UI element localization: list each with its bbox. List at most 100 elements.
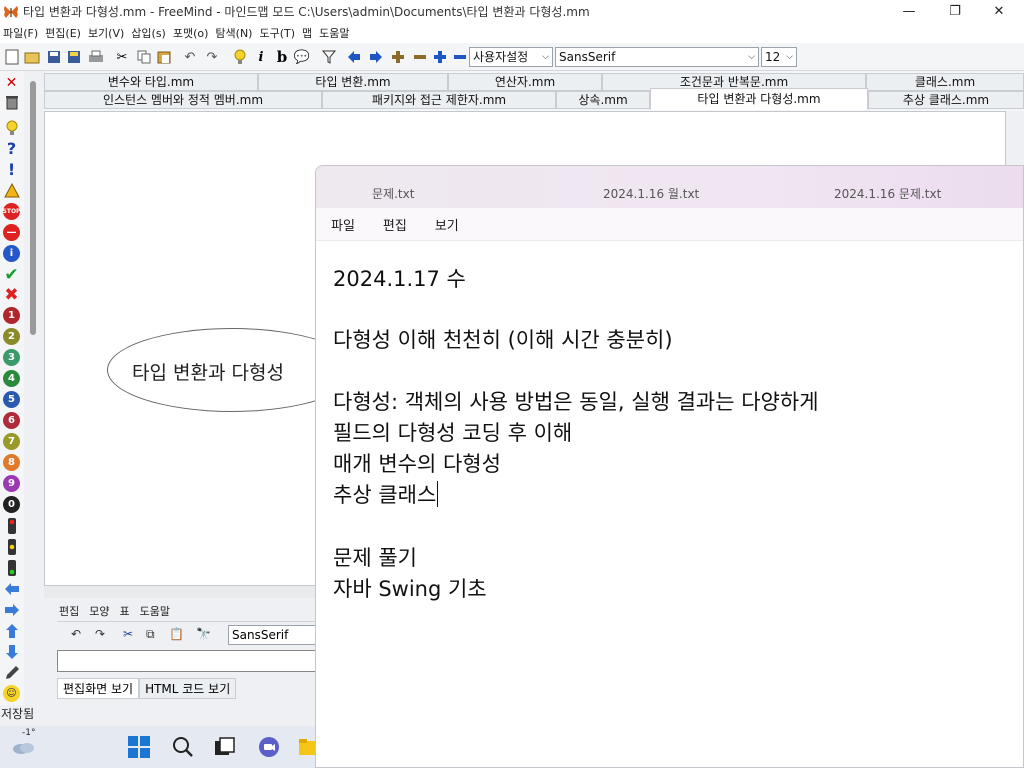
- undo-icon[interactable]: ↶: [181, 48, 199, 66]
- icon-bar-scrollbar[interactable]: [30, 81, 36, 335]
- file-explorer-button[interactable]: [298, 734, 315, 760]
- priority-1-icon[interactable]: 1: [3, 307, 20, 324]
- editor-paste-icon[interactable]: 📋: [169, 627, 184, 641]
- remove-icon-icon[interactable]: ✕: [3, 74, 20, 91]
- menu-help[interactable]: 도움말: [316, 25, 353, 41]
- cut-icon[interactable]: ✂: [113, 48, 131, 66]
- font-size-combo[interactable]: 12 ⌵: [761, 47, 797, 67]
- tab-inheritance[interactable]: 상속.mm: [556, 91, 650, 109]
- notepad-tab-0116-mon[interactable]: 2024.1.16 월.txt: [603, 185, 699, 202]
- menu-edit[interactable]: 편집(E): [42, 25, 85, 41]
- priority-9-icon[interactable]: 9: [3, 475, 20, 492]
- menu-insert[interactable]: 삽입(s): [128, 25, 170, 41]
- menu-map[interactable]: 맵: [299, 25, 316, 41]
- menu-file[interactable]: 파일(F): [0, 25, 42, 41]
- minimize-button[interactable]: —: [886, 0, 932, 23]
- editor-menu-table[interactable]: 표: [120, 603, 130, 619]
- tab-type-conversion[interactable]: 타입 변환.mm: [258, 73, 448, 91]
- search-button[interactable]: [170, 734, 196, 760]
- editor-cut-icon[interactable]: ✂: [123, 627, 133, 641]
- trash-icon[interactable]: [3, 94, 20, 111]
- maximize-button[interactable]: ❐: [932, 0, 978, 23]
- notepad-tab-problem[interactable]: 문제.txt: [372, 185, 414, 202]
- arrow-left-icon[interactable]: [345, 48, 363, 66]
- priority-6-icon[interactable]: 6: [3, 412, 20, 429]
- traffic-light-green-icon[interactable]: [3, 559, 20, 576]
- paste-icon[interactable]: [155, 48, 173, 66]
- start-button[interactable]: [126, 734, 152, 760]
- editor-copy-icon[interactable]: ⧉: [146, 627, 155, 642]
- warning-icon[interactable]: [3, 182, 20, 199]
- priority-2-icon[interactable]: 2: [3, 328, 20, 345]
- smiley-icon[interactable]: ☺: [3, 685, 20, 702]
- tab-packages-access[interactable]: 패키지와 접근 제한자.mm: [322, 91, 556, 109]
- task-view-button[interactable]: [212, 734, 238, 760]
- tab-operators[interactable]: 연산자.mm: [448, 73, 602, 91]
- bold-icon[interactable]: b: [273, 48, 291, 66]
- priority-8-icon[interactable]: 8: [3, 454, 20, 471]
- menu-format[interactable]: 포맷(o): [170, 25, 213, 41]
- editor-text-area[interactable]: [57, 650, 325, 672]
- checkmark-icon[interactable]: ✔: [3, 265, 20, 285]
- italic-icon[interactable]: i: [252, 48, 270, 66]
- notepad-menu-edit[interactable]: 편집: [383, 215, 407, 234]
- filter-icon[interactable]: [320, 48, 338, 66]
- priority-0-icon[interactable]: 0: [3, 496, 20, 513]
- save-as-icon[interactable]: [65, 48, 83, 66]
- save-icon[interactable]: [45, 48, 63, 66]
- tab-class[interactable]: 클래스.mm: [866, 73, 1024, 91]
- tab-abstract-class[interactable]: 추상 클래스.mm: [868, 91, 1024, 109]
- editor-menu-help[interactable]: 도움말: [140, 603, 170, 619]
- tab-instance-static-members[interactable]: 인스턴스 멤버와 정적 멤버.mm: [44, 91, 322, 109]
- tab-html-view[interactable]: HTML 코드 보기: [139, 678, 237, 699]
- traffic-light-red-icon[interactable]: [3, 517, 20, 534]
- notepad-text-area[interactable]: 2024.1.17 수 다형성 이해 천천히 (이해 시간 충분히) 다형성: …: [316, 240, 1023, 767]
- remove-icon[interactable]: [451, 48, 469, 66]
- menu-navigate[interactable]: 탐색(N): [212, 25, 256, 41]
- forward-arrow-icon[interactable]: [3, 601, 20, 618]
- close-button[interactable]: ✕: [976, 0, 1022, 23]
- menu-view[interactable]: 보기(V): [85, 25, 128, 41]
- open-folder-icon[interactable]: [23, 48, 41, 66]
- redo-icon[interactable]: ↷: [203, 48, 221, 66]
- down-arrow-icon[interactable]: [3, 643, 20, 660]
- menu-tools[interactable]: 도구(T): [256, 25, 299, 41]
- arrow-right-icon[interactable]: [367, 48, 385, 66]
- editor-menu-edit[interactable]: 편집: [59, 603, 79, 619]
- info-icon[interactable]: i: [3, 245, 20, 262]
- idea-icon[interactable]: [3, 119, 20, 136]
- stop-icon[interactable]: STOP: [3, 203, 20, 220]
- tab-variables-types[interactable]: 변수와 타입.mm: [44, 73, 258, 91]
- cross-icon[interactable]: ✖: [3, 285, 20, 305]
- priority-3-icon[interactable]: 3: [3, 349, 20, 366]
- lightbulb-icon[interactable]: [231, 48, 249, 66]
- priority-4-icon[interactable]: 4: [3, 370, 20, 387]
- tab-edit-view[interactable]: 편집화면 보기: [57, 678, 140, 699]
- notepad-menu-file[interactable]: 파일: [331, 215, 355, 234]
- exclamation-icon[interactable]: !: [3, 160, 20, 179]
- priority-7-icon[interactable]: 7: [3, 433, 20, 450]
- editor-menu-format[interactable]: 모양: [89, 603, 109, 619]
- question-icon[interactable]: ?: [3, 139, 20, 158]
- notepad-tab-0116-problem[interactable]: 2024.1.16 문제.txt: [834, 185, 941, 202]
- priority-5-icon[interactable]: 5: [3, 391, 20, 408]
- tab-type-conversion-polymorphism[interactable]: 타입 변환과 다형성.mm: [650, 88, 868, 110]
- editor-redo-icon[interactable]: ↷: [95, 627, 105, 641]
- up-arrow-icon[interactable]: [3, 622, 20, 639]
- speech-bubble-icon[interactable]: 💬: [293, 48, 311, 66]
- style-combo[interactable]: 사용자설정 ⌵: [469, 47, 553, 67]
- new-file-icon[interactable]: [3, 48, 21, 66]
- zoom-in-icon[interactable]: [389, 48, 407, 66]
- font-combo[interactable]: SansSerif ⌵: [555, 47, 759, 67]
- no-entry-icon[interactable]: —: [3, 224, 20, 241]
- editor-font-combo[interactable]: SansSerif: [228, 625, 328, 645]
- back-arrow-icon[interactable]: [3, 580, 20, 597]
- pencil-icon[interactable]: [3, 664, 20, 681]
- notepad-menu-view[interactable]: 보기: [435, 215, 459, 234]
- editor-undo-icon[interactable]: ↶: [71, 627, 81, 641]
- weather-widget[interactable]: -1°: [8, 728, 40, 760]
- copy-icon[interactable]: [135, 48, 153, 66]
- chat-button[interactable]: [256, 734, 282, 760]
- print-icon[interactable]: [87, 48, 105, 66]
- editor-find-icon[interactable]: 🔭: [196, 627, 211, 641]
